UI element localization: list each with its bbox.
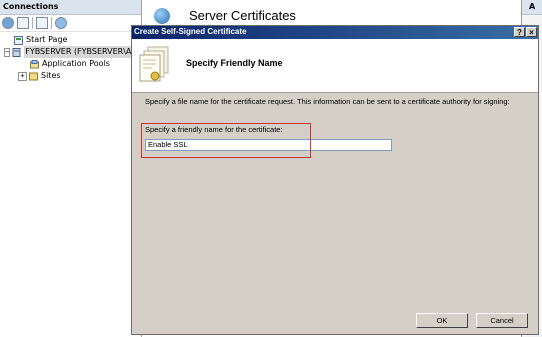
certificate-icon	[139, 46, 169, 82]
connections-toolbar	[0, 15, 141, 32]
app-pools-icon	[30, 59, 39, 68]
dialog-title: Create Self-Signed Certificate	[134, 27, 247, 36]
dialog-titlebar[interactable]: Create Self-Signed Certificate ? ×	[132, 26, 538, 39]
tree-item-label: Start Page	[26, 35, 68, 44]
server-icon	[12, 47, 21, 57]
globe-icon	[154, 8, 170, 24]
tree-item-sites[interactable]: + Sites	[0, 70, 141, 82]
close-button[interactable]: ×	[526, 27, 537, 37]
start-page-icon	[14, 35, 23, 45]
toolbar-separator	[51, 17, 52, 29]
connections-tree: Start Page − FYBSERVER (FYBSERVER\Adm Ap…	[0, 32, 146, 82]
friendly-name-input[interactable]: Enable SSL	[145, 139, 392, 151]
cancel-button[interactable]: Cancel	[476, 313, 528, 328]
sites-icon	[29, 72, 38, 80]
help-button[interactable]: ?	[514, 27, 525, 37]
tree-item-label: FYBSERVER (FYBSERVER\Adm	[24, 46, 146, 58]
friendly-name-label: Specify a friendly name for the certific…	[145, 125, 283, 134]
page-title: Server Certificates	[189, 8, 296, 23]
tree-item-start-page[interactable]: Start Page	[0, 34, 141, 46]
toolbar-separator	[32, 17, 33, 29]
save-icon[interactable]	[17, 17, 29, 29]
up-icon[interactable]	[36, 17, 48, 29]
dialog-heading: Specify Friendly Name	[186, 58, 283, 68]
connections-header: Connections	[0, 0, 141, 15]
tree-item-label: Sites	[41, 71, 61, 80]
tree-item-label: Application Pools	[42, 59, 110, 68]
ok-button[interactable]: OK	[416, 313, 468, 328]
create-certificate-dialog: Create Self-Signed Certificate ? × Speci…	[131, 25, 539, 335]
connections-panel: Connections Start Page − FYBSERVER (FYBS…	[0, 0, 146, 337]
dialog-banner: Specify Friendly Name	[132, 39, 538, 93]
actions-header: A	[522, 0, 542, 15]
tree-item-application-pools[interactable]: Application Pools	[0, 58, 141, 70]
tree-toggle[interactable]: −	[4, 47, 11, 57]
dialog-description: Specify a file name for the certificate …	[145, 97, 510, 106]
refresh-icon[interactable]	[55, 17, 67, 29]
connect-icon[interactable]	[2, 17, 14, 29]
tree-toggle[interactable]: +	[18, 71, 27, 81]
tree-item-server[interactable]: − FYBSERVER (FYBSERVER\Adm	[0, 46, 146, 58]
